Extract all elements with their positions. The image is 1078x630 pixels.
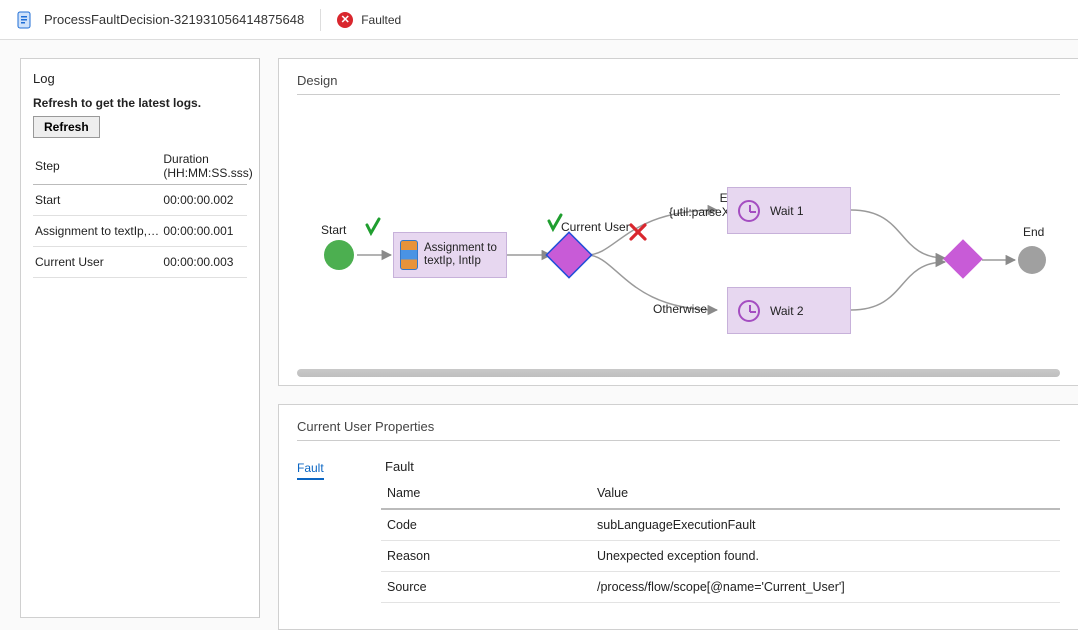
- assignment-label: Assignment to textIp, IntIp: [424, 242, 497, 268]
- wait1-node[interactable]: Wait 1: [727, 187, 851, 234]
- fault-row: Reason Unexpected exception found.: [381, 541, 1060, 572]
- end-label: End: [1023, 225, 1044, 239]
- design-heading: Design: [297, 73, 1060, 88]
- log-note: Refresh to get the latest logs.: [33, 96, 247, 110]
- start-label: Start: [321, 223, 346, 237]
- page-title: ProcessFaultDecision-321931056414875648: [44, 12, 304, 27]
- fault-header-row: Name Value: [381, 478, 1060, 509]
- error-icon: ✕: [337, 12, 353, 28]
- divider: [297, 440, 1060, 441]
- wait2-node[interactable]: Wait 2: [727, 287, 851, 334]
- divider: [297, 94, 1060, 95]
- status-text: Faulted: [361, 13, 401, 27]
- fault-col-value: Value: [591, 478, 1060, 509]
- fault-value: subLanguageExecutionFault: [591, 509, 1060, 541]
- log-duration: 00:00:00.003: [161, 247, 247, 278]
- properties-heading: Current User Properties: [297, 419, 1060, 434]
- fault-col-name: Name: [381, 478, 591, 509]
- fault-value: Unexpected exception found.: [591, 541, 1060, 572]
- log-table: Step Duration (HH:MM:SS.sss) Start 00:00…: [33, 146, 247, 278]
- fault-value: /process/flow/scope[@name='Current_User'…: [591, 572, 1060, 603]
- log-col-duration: Duration (HH:MM:SS.sss): [161, 146, 247, 185]
- log-row[interactable]: Assignment to textIp, In... 00:00:00.001: [33, 216, 247, 247]
- properties-panel: Current User Properties Fault Fault Name…: [278, 404, 1078, 630]
- fault-name: Code: [381, 509, 591, 541]
- horizontal-scrollbar[interactable]: [297, 369, 1060, 377]
- log-duration: 00:00:00.002: [161, 185, 247, 216]
- log-duration: 00:00:00.001: [161, 216, 247, 247]
- log-step: Current User: [33, 247, 161, 278]
- fault-row: Source /process/flow/scope[@name='Curren…: [381, 572, 1060, 603]
- branch-bottom-label: Otherwise: [653, 302, 707, 316]
- design-panel: Design: [278, 58, 1078, 386]
- status-badge: ✕ Faulted: [337, 12, 401, 28]
- topbar: ProcessFaultDecision-321931056414875648 …: [0, 0, 1078, 40]
- assignment-node[interactable]: Assignment to textIp, IntIp: [393, 232, 507, 278]
- log-col-step: Step: [33, 146, 161, 185]
- document-icon: [16, 11, 34, 29]
- log-panel: Log Refresh to get the latest logs. Refr…: [20, 58, 260, 618]
- assignment-icon: [400, 240, 418, 270]
- log-row[interactable]: Current User 00:00:00.003: [33, 247, 247, 278]
- tab-fault[interactable]: Fault: [297, 455, 324, 480]
- wait-label: Wait 2: [770, 304, 804, 318]
- fault-name: Source: [381, 572, 591, 603]
- clock-icon: [738, 300, 760, 322]
- decision-label: Current User: [561, 220, 630, 234]
- fault-table: Name Value Code subLanguageExecutionFaul…: [381, 478, 1060, 603]
- clock-icon: [738, 200, 760, 222]
- log-step: Assignment to textIp, In...: [33, 216, 161, 247]
- fault-row: Code subLanguageExecutionFault: [381, 509, 1060, 541]
- log-step: Start: [33, 185, 161, 216]
- refresh-button[interactable]: Refresh: [33, 116, 100, 138]
- fault-name: Reason: [381, 541, 591, 572]
- log-heading: Log: [33, 71, 247, 86]
- fault-section-label: Fault: [381, 451, 1060, 478]
- properties-tabs: Fault: [297, 451, 377, 603]
- wait-label: Wait 1: [770, 204, 804, 218]
- log-row[interactable]: Start 00:00:00.002: [33, 185, 247, 216]
- log-header-row: Step Duration (HH:MM:SS.sss): [33, 146, 247, 185]
- design-canvas[interactable]: Start Assignment to textIp, IntIp Curren…: [297, 105, 1060, 365]
- divider: [320, 9, 321, 31]
